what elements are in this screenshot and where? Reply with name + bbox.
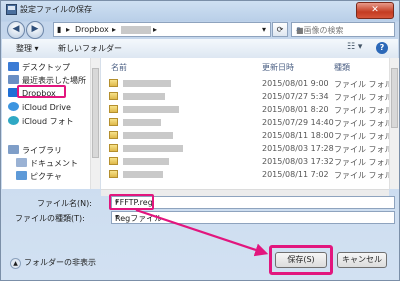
annotation-arrow	[135, 208, 269, 257]
